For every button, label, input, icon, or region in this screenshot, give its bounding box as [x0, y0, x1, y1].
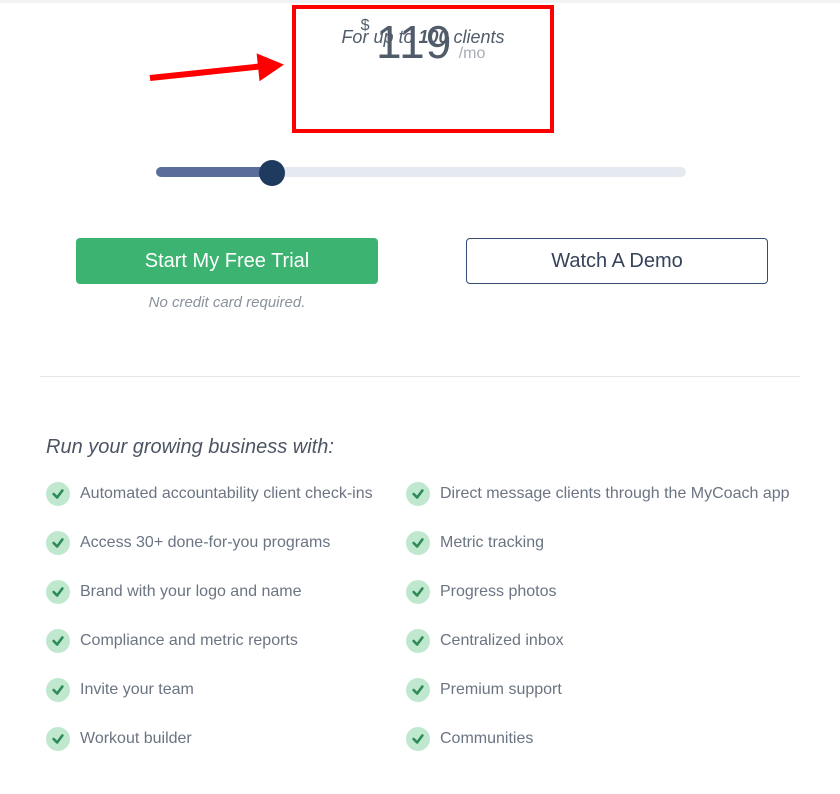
feature-label: Progress photos [440, 583, 557, 601]
pricing-slider[interactable] [156, 160, 686, 184]
slider-knob[interactable] [259, 160, 285, 186]
price-period: /mo [459, 45, 486, 62]
slider-fill [156, 167, 272, 177]
price-row: $ 119 /mo [296, 15, 550, 69]
check-icon [406, 678, 430, 702]
feature-label: Access 30+ done-for-you programs [80, 534, 330, 552]
check-icon [46, 482, 70, 506]
feature-label: Metric tracking [440, 534, 544, 552]
cta-row: Start My Free Trial Watch A Demo [76, 238, 768, 284]
check-icon [406, 629, 430, 653]
pricing-page: $ 119 /mo For up to 100 clients Start My… [0, 0, 840, 794]
currency-symbol: $ [361, 17, 370, 34]
top-divider [0, 0, 840, 3]
price-amount: 119 [376, 15, 452, 69]
check-icon [406, 727, 430, 751]
feature-item: Automated accountability client check-in… [46, 482, 406, 506]
feature-label: Direct message clients through the MyCoa… [440, 485, 790, 503]
no-credit-card-note: No credit card required. [76, 294, 378, 311]
price-highlight-box: $ 119 /mo For up to 100 clients [292, 5, 554, 133]
check-icon [46, 727, 70, 751]
feature-label: Brand with your logo and name [80, 583, 301, 601]
feature-item: Premium support [406, 678, 806, 702]
feature-label: Compliance and metric reports [80, 632, 298, 650]
feature-label: Workout builder [80, 730, 192, 748]
feature-item: Metric tracking [406, 531, 806, 555]
check-icon [406, 482, 430, 506]
feature-label: Communities [440, 730, 533, 748]
check-icon [406, 531, 430, 555]
feature-label: Centralized inbox [440, 632, 564, 650]
feature-label: Automated accountability client check-in… [80, 485, 373, 503]
check-icon [406, 580, 430, 604]
feature-item: Invite your team [46, 678, 406, 702]
check-icon [46, 531, 70, 555]
feature-item: Progress photos [406, 580, 806, 604]
feature-item: Communities [406, 727, 806, 751]
feature-item: Centralized inbox [406, 629, 806, 653]
watch-demo-button[interactable]: Watch A Demo [466, 238, 768, 284]
check-icon [46, 678, 70, 702]
feature-item: Workout builder [46, 727, 406, 751]
arrow-line [150, 63, 266, 81]
feature-item: Access 30+ done-for-you programs [46, 531, 406, 555]
feature-item: Direct message clients through the MyCoa… [406, 482, 806, 506]
section-divider [40, 376, 800, 377]
features-grid: Automated accountability client check-in… [46, 482, 806, 751]
feature-item: Brand with your logo and name [46, 580, 406, 604]
features-heading: Run your growing business with: [46, 436, 334, 459]
start-trial-button[interactable]: Start My Free Trial [76, 238, 378, 284]
annotation-arrow [150, 48, 295, 88]
check-icon [46, 580, 70, 604]
arrow-head-icon [257, 51, 286, 82]
check-icon [46, 629, 70, 653]
feature-item: Compliance and metric reports [46, 629, 406, 653]
feature-label: Premium support [440, 681, 562, 699]
feature-label: Invite your team [80, 681, 194, 699]
